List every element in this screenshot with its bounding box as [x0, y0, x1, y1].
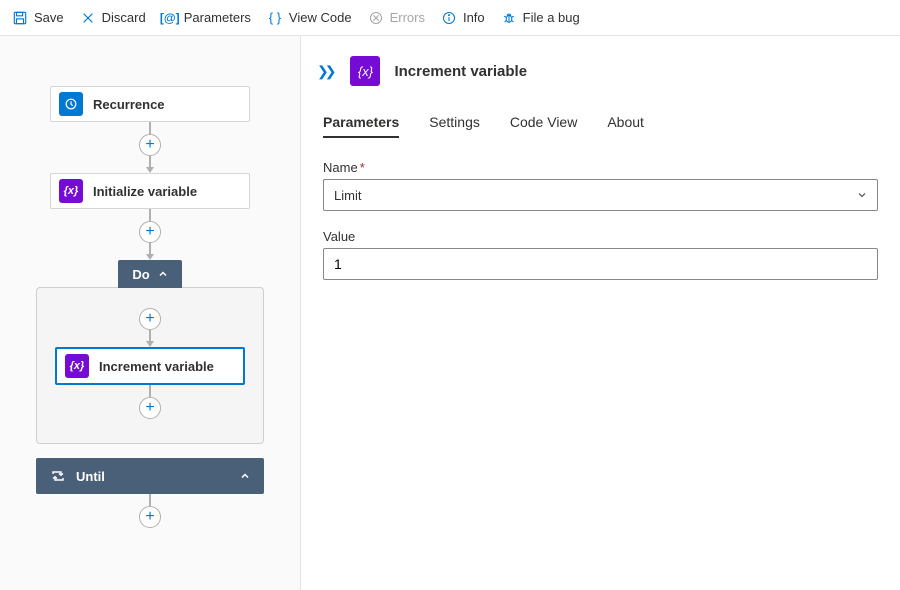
field-name-value: Limit [334, 188, 361, 203]
bug-label: File a bug [523, 10, 580, 25]
tab-about[interactable]: About [607, 114, 644, 138]
info-icon [441, 10, 457, 26]
until-header[interactable]: Until [36, 458, 264, 494]
node-recurrence[interactable]: Recurrence [50, 86, 250, 122]
workflow-canvas[interactable]: Recurrence + {x} Initialize variable + D… [0, 36, 300, 590]
node-initialize-label: Initialize variable [93, 184, 197, 199]
field-name-label: Name* [323, 160, 878, 175]
chevron-up-icon [158, 269, 168, 279]
viewcode-icon: { } [267, 10, 283, 26]
node-increment-variable[interactable]: {x} Increment variable [55, 347, 245, 385]
errors-button: Errors [368, 10, 425, 26]
do-header[interactable]: Do [118, 260, 182, 288]
panel-tabs: Parameters Settings Code View About [323, 114, 900, 138]
save-label: Save [34, 10, 64, 25]
connector [149, 122, 151, 134]
until-label: Until [76, 469, 105, 484]
errors-icon [368, 10, 384, 26]
add-step-button[interactable]: + [139, 506, 161, 528]
loop-icon [50, 468, 66, 484]
connector [149, 209, 151, 221]
toolbar: Save Discard [@] Parameters { } View Cod… [0, 0, 900, 36]
panel-title: Increment variable [394, 63, 527, 80]
clock-icon [59, 92, 83, 116]
variable-icon: {x} [350, 56, 380, 86]
add-step-button[interactable]: + [139, 134, 161, 156]
save-icon [12, 10, 28, 26]
info-button[interactable]: Info [441, 10, 485, 26]
tab-settings[interactable]: Settings [429, 114, 480, 138]
details-panel: ❯❯ {x} Increment variable Parameters Set… [300, 36, 900, 590]
discard-icon [80, 10, 96, 26]
bug-icon [501, 10, 517, 26]
node-recurrence-label: Recurrence [93, 97, 165, 112]
errors-label: Errors [390, 10, 425, 25]
bug-button[interactable]: File a bug [501, 10, 580, 26]
parameters-icon: [@] [162, 10, 178, 26]
add-step-button[interactable]: + [139, 397, 161, 419]
variable-icon: {x} [65, 354, 89, 378]
node-initialize-variable[interactable]: {x} Initialize variable [50, 173, 250, 209]
connector [149, 494, 151, 506]
chevron-down-icon [857, 190, 867, 200]
discard-button[interactable]: Discard [80, 10, 146, 26]
info-label: Info [463, 10, 485, 25]
tab-parameters[interactable]: Parameters [323, 114, 399, 138]
tab-codeview[interactable]: Code View [510, 114, 577, 138]
parameters-label: Parameters [184, 10, 251, 25]
do-label: Do [132, 267, 149, 282]
connector [149, 385, 151, 397]
loop-container: + {x} Increment variable + [36, 287, 264, 444]
variable-icon: {x} [59, 179, 83, 203]
add-step-button[interactable]: + [139, 221, 161, 243]
parameters-button[interactable]: [@] Parameters [162, 10, 251, 26]
add-step-button[interactable]: + [139, 308, 161, 330]
discard-label: Discard [102, 10, 146, 25]
field-value-input[interactable] [323, 248, 878, 280]
save-button[interactable]: Save [12, 10, 64, 26]
chevron-up-icon [240, 471, 250, 481]
viewcode-button[interactable]: { } View Code [267, 10, 352, 26]
parameters-form: Name* Limit Value [301, 138, 900, 280]
field-value-label: Value [323, 229, 878, 244]
viewcode-label: View Code [289, 10, 352, 25]
collapse-button[interactable]: ❯❯ [313, 59, 336, 84]
field-name-select[interactable]: Limit [323, 179, 878, 211]
node-increment-label: Increment variable [99, 359, 214, 374]
